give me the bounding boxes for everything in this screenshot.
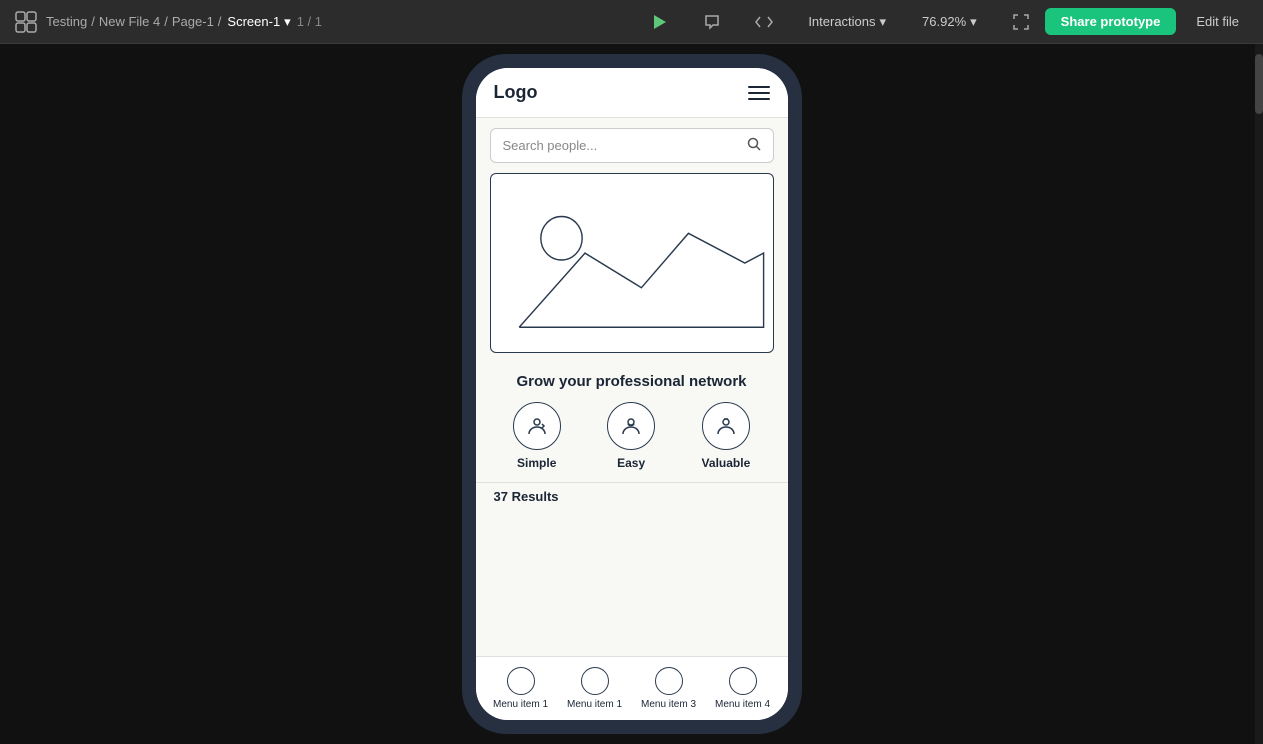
tab-icon-4 <box>729 667 757 695</box>
search-icon <box>747 137 761 154</box>
comment-button[interactable] <box>696 6 728 38</box>
scrollbar-thumb[interactable] <box>1255 54 1263 114</box>
feature-easy-icon <box>607 402 655 450</box>
tab-label-1: Menu item 1 <box>493 699 548 710</box>
breadcrumb-sep3: / <box>218 14 222 29</box>
interactions-chevron-icon: ▾ <box>880 14 887 30</box>
phone-tabbar: Menu item 1 Menu item 1 Menu item 3 Menu… <box>476 656 788 720</box>
interactions-button[interactable]: Interactions ▾ <box>800 10 894 34</box>
tab-label-4: Menu item 4 <box>715 699 770 710</box>
feature-simple-icon <box>513 402 561 450</box>
screen-label[interactable]: Screen-1 ▾ <box>227 14 290 30</box>
feature-valuable-icon <box>702 402 750 450</box>
canvas: Logo Search people... <box>0 44 1263 744</box>
tab-item-1[interactable]: Menu item 1 <box>493 667 548 710</box>
feature-valuable: Valuable <box>702 402 751 470</box>
topbar-left: Testing / New File 4 / Page-1 / Screen-1… <box>12 8 636 36</box>
scrollbar[interactable] <box>1255 44 1263 744</box>
phone-tagline: Grow your professional network <box>476 365 788 402</box>
breadcrumb-sep2: / <box>164 14 168 29</box>
app-logo-icon <box>12 8 40 36</box>
hero-image <box>490 173 774 353</box>
phone-mockup: Logo Search people... <box>462 54 802 734</box>
file-label: New File 4 <box>99 14 160 29</box>
page-label[interactable]: Page-1 <box>172 14 214 29</box>
results-count: 37 Results <box>476 482 788 510</box>
fullscreen-button[interactable] <box>1005 6 1037 38</box>
screen-count: 1 / 1 <box>297 14 322 29</box>
breadcrumb-sep1: / <box>91 14 95 29</box>
search-bar: Search people... <box>476 118 788 173</box>
interactions-label: Interactions <box>808 14 875 29</box>
screen-chevron-icon: ▾ <box>284 14 291 30</box>
tab-item-3[interactable]: Menu item 3 <box>641 667 696 710</box>
phone-logo: Logo <box>494 82 538 103</box>
code-button[interactable] <box>748 6 780 38</box>
topbar-right: Share prototype Edit file <box>1045 8 1251 35</box>
tab-item-4[interactable]: Menu item 4 <box>715 667 770 710</box>
tab-icon-3 <box>655 667 683 695</box>
feature-easy: Easy <box>607 402 655 470</box>
topbar: Testing / New File 4 / Page-1 / Screen-1… <box>0 0 1263 44</box>
zoom-level: 76.92% <box>922 14 966 29</box>
workspace-label: Testing <box>46 14 87 29</box>
search-input-box[interactable]: Search people... <box>490 128 774 163</box>
tab-icon-1 <box>507 667 535 695</box>
feature-simple: Simple <box>513 402 561 470</box>
zoom-button[interactable]: 76.92% ▾ <box>914 10 985 34</box>
topbar-center: Interactions ▾ 76.92% ▾ <box>644 6 1036 38</box>
zoom-chevron-icon: ▾ <box>970 14 977 30</box>
phone-screen: Logo Search people... <box>476 68 788 720</box>
edit-file-button[interactable]: Edit file <box>1184 8 1251 35</box>
feature-easy-label: Easy <box>617 456 645 470</box>
tab-label-3: Menu item 3 <box>641 699 696 710</box>
share-prototype-button[interactable]: Share prototype <box>1045 8 1177 35</box>
breadcrumb: Testing / New File 4 / Page-1 / <box>46 14 221 29</box>
tab-label-2: Menu item 1 <box>567 699 622 710</box>
hamburger-menu-icon[interactable] <box>748 86 770 100</box>
feature-simple-label: Simple <box>517 456 556 470</box>
play-button[interactable] <box>644 6 676 38</box>
screen-name: Screen-1 <box>227 14 280 29</box>
phone-navbar: Logo <box>476 68 788 118</box>
tab-item-2[interactable]: Menu item 1 <box>567 667 622 710</box>
phone-features: Simple Easy <box>476 402 788 482</box>
feature-valuable-label: Valuable <box>702 456 751 470</box>
search-placeholder: Search people... <box>503 138 747 153</box>
tab-icon-2 <box>581 667 609 695</box>
